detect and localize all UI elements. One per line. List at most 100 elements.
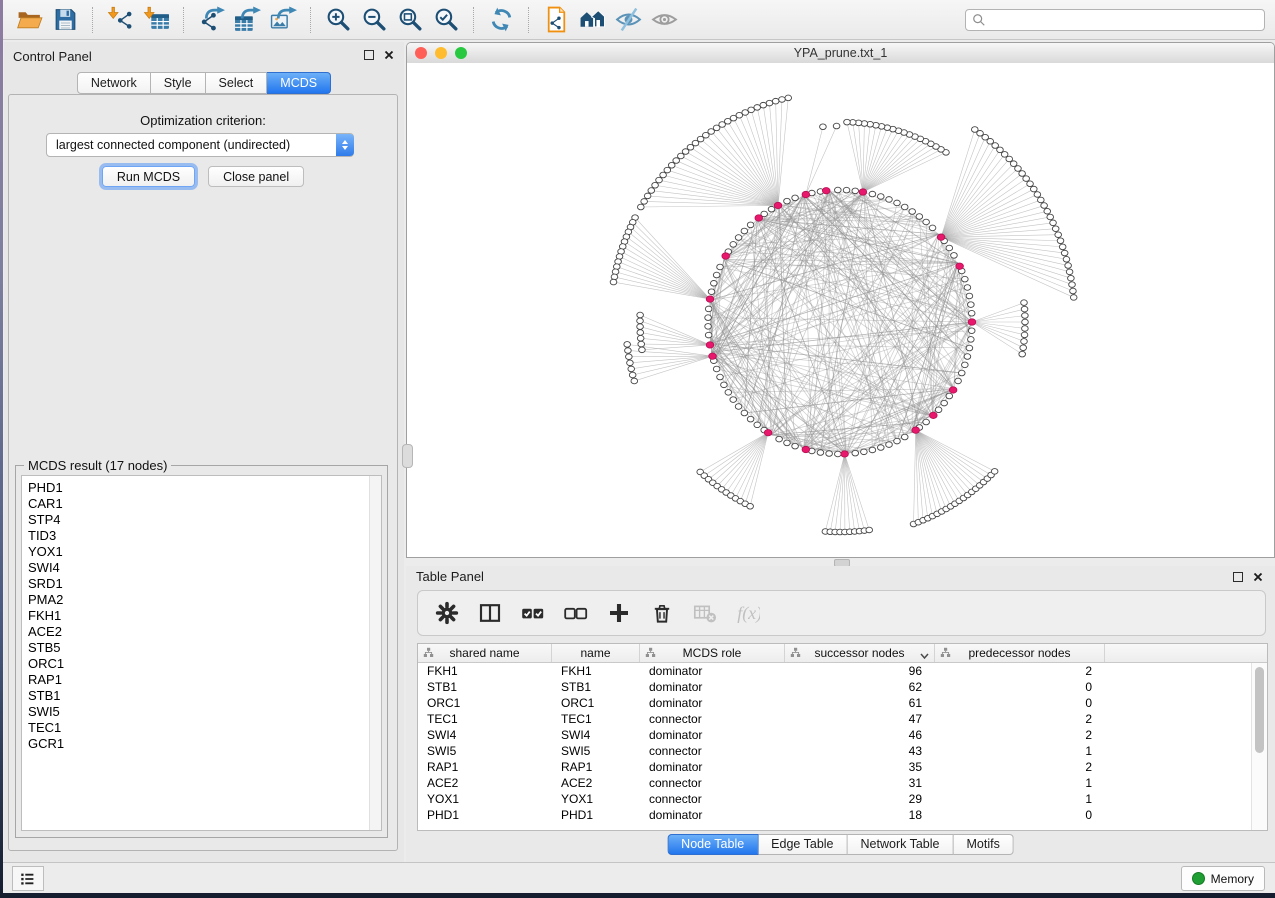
- export-table-button[interactable]: [229, 4, 265, 36]
- result-node[interactable]: STB1: [22, 688, 381, 704]
- search-box[interactable]: [965, 9, 1265, 31]
- result-node[interactable]: ORC1: [22, 656, 381, 672]
- memory-button[interactable]: Memory: [1181, 866, 1265, 891]
- zoom-fit-button[interactable]: [392, 4, 428, 36]
- control-panel-close-icon[interactable]: [384, 50, 394, 60]
- result-node[interactable]: GCR1: [22, 736, 381, 752]
- tab-select[interactable]: Select: [206, 72, 268, 94]
- result-node[interactable]: PMA2: [22, 592, 381, 608]
- export-network-button[interactable]: [193, 4, 229, 36]
- column-header-MCDS-role[interactable]: MCDS role: [640, 644, 785, 662]
- result-node[interactable]: SRD1: [22, 576, 381, 592]
- table-scrollbar-thumb[interactable]: [1255, 667, 1264, 753]
- cell-name: STB1: [552, 680, 640, 694]
- save-session-button[interactable]: [47, 4, 83, 36]
- column-header-shared-name[interactable]: shared name: [418, 644, 552, 662]
- header-filler: [1105, 644, 1267, 662]
- table-row[interactable]: RAP1RAP1dominator352: [418, 759, 1267, 775]
- tab-network-table[interactable]: Network Table: [848, 834, 954, 855]
- new-network-from-selection-button[interactable]: [538, 4, 574, 36]
- tab-mcds[interactable]: MCDS: [267, 72, 331, 94]
- delete-columns-button[interactable]: [649, 600, 675, 626]
- table-panel-title: Table Panel: [416, 569, 484, 584]
- result-node[interactable]: STP4: [22, 512, 381, 528]
- result-list-scrollbar[interactable]: [369, 476, 381, 830]
- cell-successor-nodes: 31: [785, 776, 935, 790]
- node-table: shared name name MCDS rolesuccessor nodesp…: [417, 643, 1268, 831]
- result-node[interactable]: FKH1: [22, 608, 381, 624]
- result-node[interactable]: PHD1: [22, 480, 381, 496]
- result-node[interactable]: SWI5: [22, 704, 381, 720]
- table-row[interactable]: YOX1YOX1connector291: [418, 791, 1267, 807]
- open-network-button[interactable]: [11, 4, 47, 36]
- select-all-rows-button[interactable]: [520, 600, 546, 626]
- table-row[interactable]: ACE2ACE2connector311: [418, 775, 1267, 791]
- table-row[interactable]: SWI4SWI4dominator462: [418, 727, 1267, 743]
- optimization-criterion-select[interactable]: largest connected component (undirected): [46, 133, 354, 157]
- hide-selected-button[interactable]: [610, 4, 646, 36]
- result-node[interactable]: ACE2: [22, 624, 381, 640]
- tab-style[interactable]: Style: [151, 72, 206, 94]
- export-image-button[interactable]: [265, 4, 301, 36]
- result-node[interactable]: STB5: [22, 640, 381, 656]
- import-network-icon: [107, 6, 134, 33]
- zoom-out-button[interactable]: [356, 4, 392, 36]
- column-header-successor-nodes[interactable]: successor nodes: [785, 644, 935, 662]
- table-row[interactable]: PHD1PHD1dominator180: [418, 807, 1267, 823]
- table-panel-float-icon[interactable]: [1233, 572, 1243, 582]
- column-header-predecessor-nodes[interactable]: predecessor nodes: [935, 644, 1105, 662]
- table-panel-close-icon[interactable]: [1253, 572, 1263, 582]
- column-label: name: [580, 646, 610, 660]
- first-neighbors-button[interactable]: [574, 4, 610, 36]
- table-scrollbar[interactable]: [1251, 663, 1267, 830]
- table-row[interactable]: STB1STB1dominator620: [418, 679, 1267, 695]
- network-graph[interactable]: [407, 63, 1274, 557]
- refresh-button[interactable]: [483, 4, 519, 36]
- cell-successor-nodes: 43: [785, 744, 935, 758]
- show-all-button[interactable]: [646, 4, 682, 36]
- result-node[interactable]: YOX1: [22, 544, 381, 560]
- control-panel-float-icon[interactable]: [364, 50, 374, 60]
- result-node[interactable]: SWI4: [22, 560, 381, 576]
- column-header-name[interactable]: name: [552, 644, 640, 662]
- table-row[interactable]: FKH1FKH1dominator962: [418, 663, 1267, 679]
- table-mode-button[interactable]: [434, 600, 460, 626]
- tab-node-table[interactable]: Node Table: [667, 834, 758, 855]
- result-node[interactable]: CAR1: [22, 496, 381, 512]
- zoom-selected-button[interactable]: [428, 4, 464, 36]
- cell-successor-nodes: 47: [785, 712, 935, 726]
- svg-text:f(x): f(x): [737, 603, 760, 624]
- import-table-button[interactable]: [138, 4, 174, 36]
- horizontal-splitter[interactable]: [406, 558, 1275, 566]
- add-column-button[interactable]: [606, 600, 632, 626]
- mcds-result-list[interactable]: PHD1CAR1STP4TID3YOX1SWI4SRD1PMA2FKH1ACE2…: [21, 475, 382, 831]
- import-network-button[interactable]: [102, 4, 138, 36]
- table-row[interactable]: TEC1TEC1connector472: [418, 711, 1267, 727]
- result-node[interactable]: TID3: [22, 528, 381, 544]
- tab-edge-table[interactable]: Edge Table: [758, 834, 847, 855]
- deselect-all-rows-button[interactable]: [563, 600, 589, 626]
- show-columns-button[interactable]: [477, 600, 503, 626]
- memory-label: Memory: [1211, 872, 1254, 886]
- table-row[interactable]: SWI5SWI5connector431: [418, 743, 1267, 759]
- run-mcds-button[interactable]: Run MCDS: [102, 166, 195, 187]
- cell-successor-nodes: 18: [785, 808, 935, 822]
- tab-network[interactable]: Network: [77, 72, 151, 94]
- toolbar-separator: [528, 7, 529, 33]
- tab-motifs[interactable]: Motifs: [953, 834, 1013, 855]
- zoom-in-button[interactable]: [320, 4, 356, 36]
- close-panel-button[interactable]: Close panel: [208, 166, 304, 187]
- show-all-icon: [651, 6, 678, 33]
- export-table-icon: [234, 6, 261, 33]
- network-canvas[interactable]: [407, 63, 1274, 557]
- result-node[interactable]: TEC1: [22, 720, 381, 736]
- search-input[interactable]: [990, 12, 1258, 28]
- network-window-titlebar[interactable]: YPA_prune.txt_1: [407, 43, 1274, 64]
- show-panels-button[interactable]: [12, 866, 44, 891]
- vertical-splitter-handle[interactable]: [402, 444, 413, 468]
- result-node[interactable]: RAP1: [22, 672, 381, 688]
- table-row[interactable]: ORC1ORC1dominator610: [418, 695, 1267, 711]
- cell-MCDS-role: dominator: [640, 808, 785, 822]
- cell-name: PHD1: [552, 808, 640, 822]
- deselect-all-rows-icon: [564, 601, 588, 625]
